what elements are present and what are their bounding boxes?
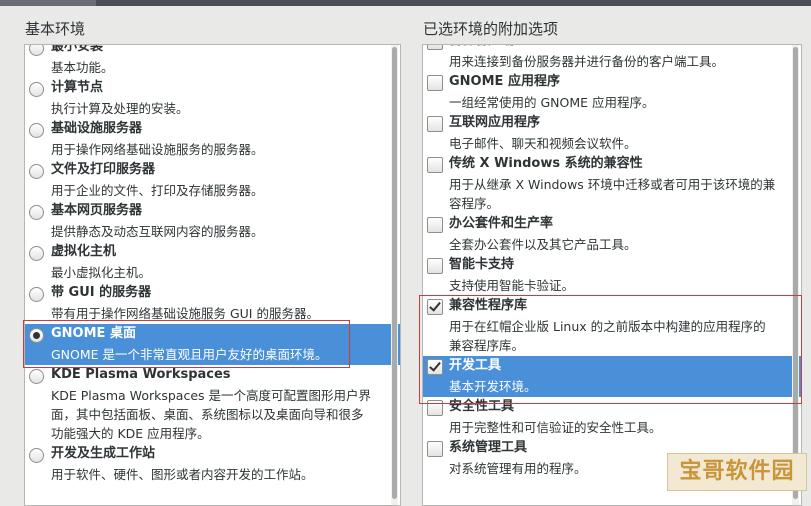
addon-option[interactable]: 传统 X Windows 系统的兼容性用于从继承 X Windows 环境中迁移…: [423, 154, 801, 214]
environment-option[interactable]: 虚拟化主机最小虚拟化主机。: [25, 242, 400, 283]
base-environment-panel[interactable]: 最小安装基本功能。计算节点执行计算及处理的安装。 基础设施服务器用于操作网络基础设…: [24, 44, 401, 506]
radio-button[interactable]: [29, 328, 44, 343]
checkbox[interactable]: [427, 157, 443, 173]
environment-description: 面，其中包括面板、桌面、系统图标以及桌面向导和很多: [51, 407, 364, 422]
addon-title: 传统 X Windows 系统的兼容性: [449, 156, 643, 171]
environment-option[interactable]: 文件及打印服务器用于企业的文件、打印及存储服务器。: [25, 160, 400, 201]
addon-option[interactable]: 开发工具基本开发环境。: [423, 356, 801, 397]
environment-description: 用于企业的文件、打印及存储服务器。: [51, 183, 264, 198]
environment-option[interactable]: GNOME 桌面 GNOME 是一个非常直观且用户友好的桌面环境。: [25, 324, 400, 365]
radio-button[interactable]: [29, 448, 44, 463]
checkbox[interactable]: [427, 45, 443, 50]
radio-button[interactable]: [29, 45, 44, 56]
addon-title: 开发工具: [449, 358, 502, 373]
radio-button[interactable]: [29, 246, 44, 261]
environment-description: 用于操作网络基础设施服务的服务器。: [51, 142, 264, 157]
base-environment-heading: 基本环境: [25, 20, 86, 38]
environment-option[interactable]: 带 GUI 的服务器带有用于操作网络基础设施服务 GUI 的服务器。: [25, 283, 400, 324]
addon-option[interactable]: 互联网应用程序电子邮件、聊天和视频会议软件。: [423, 113, 801, 154]
environment-description: 执行计算及处理的安装。: [51, 101, 189, 116]
addon-title: 智能卡支持: [449, 257, 515, 272]
environment-option[interactable]: 基本网页服务器提供静态及动态互联网内容的服务器。: [25, 201, 400, 242]
environment-title: 计算节点: [51, 80, 104, 95]
addon-title: 安全性工具: [449, 399, 515, 414]
radio-button[interactable]: [29, 287, 44, 302]
addon-description: 基本开发环境。: [449, 379, 537, 394]
checkbox[interactable]: [427, 299, 443, 315]
radio-button[interactable]: [29, 205, 44, 220]
environment-description: 带有用于操作网络基础设施服务 GUI 的服务器。: [51, 306, 319, 321]
environment-list[interactable]: 最小安装基本功能。计算节点执行计算及处理的安装。 基础设施服务器用于操作网络基础设…: [25, 44, 400, 485]
addon-title: 系统管理工具: [449, 440, 528, 455]
addon-description: 用于在红帽企业版 Linux 的之前版本中构建的应用程序的: [449, 319, 766, 334]
checkbox[interactable]: [427, 441, 443, 457]
addon-description: 对系统管理有用的程序。: [449, 461, 587, 476]
checkbox[interactable]: [427, 258, 443, 274]
environment-scrollbar[interactable]: [391, 45, 398, 505]
checkbox[interactable]: [427, 75, 443, 91]
addons-scrollbar[interactable]: [792, 45, 799, 505]
top-bar-cap: [0, 0, 96, 6]
addon-title: GNOME 应用程序: [449, 74, 560, 89]
environment-description: GNOME 是一个非常直观且用户友好的桌面环境。: [51, 347, 328, 362]
environment-title: GNOME 桌面: [51, 326, 136, 341]
addons-list[interactable]: 备份客户端用来连接到备份服务器并进行备份的客户端工具。GNOME 应用程序一组经…: [423, 45, 801, 479]
environment-description: 基本功能。: [51, 60, 114, 75]
checkbox[interactable]: [427, 400, 443, 416]
addon-title: 备份客户端: [449, 45, 514, 51]
addon-description: 一组经常使用的 GNOME 应用程序。: [449, 95, 655, 110]
addon-description: 电子邮件、聊天和视频会议软件。: [449, 136, 637, 151]
radio-button[interactable]: [29, 82, 44, 97]
environment-option[interactable]: 最小安装 基本功能。: [25, 44, 400, 78]
addon-title: 办公套件和生产率: [449, 216, 554, 231]
environment-title: 文件及打印服务器: [51, 162, 156, 177]
addon-option[interactable]: 智能卡支持支持使用智能卡验证。: [423, 255, 801, 296]
environment-scroll-thumb[interactable]: [392, 47, 397, 499]
addons-scroll-thumb[interactable]: [793, 47, 798, 499]
addon-description: 用来连接到备份服务器并进行备份的客户端工具。: [449, 54, 725, 69]
environment-description: 提供静态及动态互联网内容的服务器。: [51, 224, 264, 239]
environment-title: 基本网页服务器: [51, 203, 143, 218]
addon-description: 全套办公套件以及其它产品工具。: [449, 237, 637, 252]
environment-title: KDE Plasma Workspaces: [51, 367, 231, 382]
addon-description: 容程序。: [449, 196, 500, 211]
addon-option[interactable]: 备份客户端用来连接到备份服务器并进行备份的客户端工具。: [423, 45, 801, 72]
addon-option[interactable]: 安全性工具用于完整性和可信验证的安全性工具。: [423, 397, 801, 438]
environment-title: 虚拟化主机: [51, 244, 117, 259]
watermark-logo: 宝哥软件园: [667, 453, 807, 491]
environment-option[interactable]: KDE Plasma Workspaces KDE Plasma Workspac…: [25, 365, 400, 444]
checkbox[interactable]: [427, 359, 443, 375]
environment-option[interactable]: 开发及生成工作站用于软件、硬件、图形或者内容开发的工作站。: [25, 444, 400, 485]
environment-description: 最小虚拟化主机。: [51, 265, 152, 280]
environment-title: 基础设施服务器: [51, 121, 143, 136]
radio-button[interactable]: [29, 369, 44, 384]
environment-title: 开发及生成工作站: [51, 446, 156, 461]
addons-panel[interactable]: 备份客户端用来连接到备份服务器并进行备份的客户端工具。GNOME 应用程序一组经…: [422, 44, 802, 506]
addon-option[interactable]: 办公套件和生产率全套办公套件以及其它产品工具。: [423, 214, 801, 255]
checkbox[interactable]: [427, 116, 443, 132]
environment-description: 用于软件、硬件、图形或者内容开发的工作站。: [51, 467, 314, 482]
checkbox[interactable]: [427, 217, 443, 233]
radio-button[interactable]: [29, 164, 44, 179]
addon-title: 兼容性程序库: [449, 298, 528, 313]
addon-description: 用于从继承 X Windows 环境中迁移或者可用于该环境的兼: [449, 177, 776, 192]
addon-description: 用于完整性和可信验证的安全性工具。: [449, 420, 662, 435]
radio-button[interactable]: [29, 123, 44, 138]
environment-description: KDE Plasma Workspaces 是一个高度可配置图形用户界: [51, 388, 371, 403]
addon-option[interactable]: 兼容性程序库用于在红帽企业版 Linux 的之前版本中构建的应用程序的 兼容程序库…: [423, 296, 801, 356]
addons-heading: 已选环境的附加选项: [423, 20, 559, 38]
environment-description: 功能强大的 KDE 应用程序。: [51, 426, 210, 441]
addon-description: 支持使用智能卡验证。: [449, 278, 575, 293]
addon-title: 互联网应用程序: [449, 115, 541, 130]
environment-option[interactable]: 基础设施服务器用于操作网络基础设施服务的服务器。: [25, 119, 400, 160]
addon-option[interactable]: GNOME 应用程序一组经常使用的 GNOME 应用程序。: [423, 72, 801, 113]
environment-option[interactable]: 计算节点执行计算及处理的安装。: [25, 78, 400, 119]
addon-description: 兼容程序库。: [449, 338, 525, 353]
top-bar: [0, 0, 811, 6]
environment-title: 最小安装: [51, 44, 104, 54]
environment-title: 带 GUI 的服务器: [51, 285, 152, 300]
